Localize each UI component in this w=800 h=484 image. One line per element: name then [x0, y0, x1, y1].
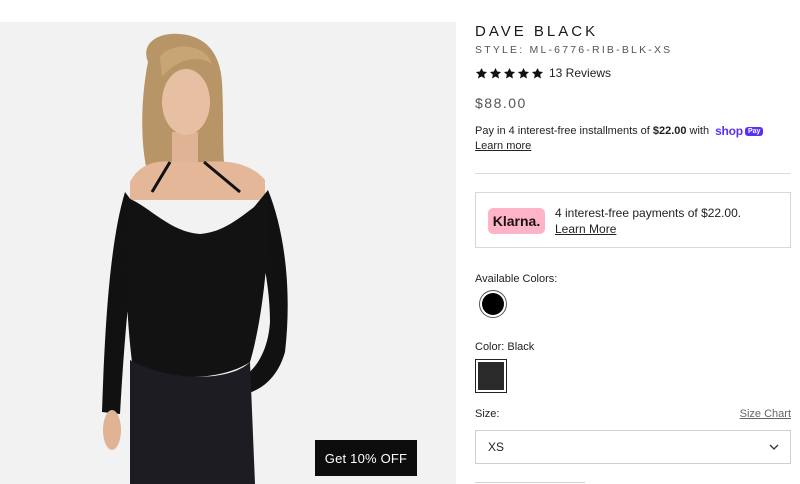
chevron-down-icon [769, 444, 779, 450]
divider [475, 173, 791, 174]
klarna-text: 4 interest-free payments of $22.00. [555, 206, 742, 220]
size-select-value: XS [488, 440, 505, 454]
color-swatch-black[interactable] [479, 290, 507, 318]
klarna-learn-more-link[interactable]: Learn More [555, 222, 616, 236]
shop-pay-logo-word: shop [715, 124, 743, 138]
shop-pay-logo-badge: Pay [744, 126, 764, 136]
star-icon [517, 67, 530, 78]
shop-pay-logo: shop Pay [715, 124, 764, 138]
available-colors-label: Available Colors: [475, 273, 558, 285]
selected-color-label: Color: Black [475, 341, 535, 353]
klarna-banner: Klarna. 4 interest-free payments of $22.… [475, 192, 791, 248]
star-icon [489, 67, 502, 78]
model-photo [102, 33, 288, 484]
reviews-link[interactable]: 13 Reviews [549, 66, 611, 80]
size-select[interactable]: XS [475, 430, 791, 464]
size-chart-link[interactable]: Size Chart [740, 408, 791, 420]
star-icon [475, 67, 488, 78]
product-image[interactable] [0, 22, 456, 484]
shop-pay-installments: Pay in 4 interest-free installments of $… [475, 124, 764, 138]
shop-pay-with: with [689, 125, 710, 137]
size-label: Size: [475, 408, 500, 420]
promo-discount-button[interactable]: Get 10% OFF [315, 440, 417, 476]
star-icon [531, 67, 544, 78]
star-rating [475, 67, 544, 80]
product-title: DAVE BLACK [475, 23, 599, 40]
product-style-code: STYLE: ML-6776-RIB-BLK-XS [475, 44, 673, 56]
product-price: $88.00 [475, 95, 527, 111]
klarna-logo: Klarna. [488, 208, 545, 234]
shop-pay-amount: $22.00 [652, 125, 687, 137]
color-variant-black[interactable] [475, 359, 507, 393]
shop-pay-learn-more-link[interactable]: Learn more [475, 140, 531, 152]
star-icon [503, 67, 516, 78]
shop-pay-text: Pay in 4 interest-free installments of [475, 125, 650, 137]
rating-row[interactable]: 13 Reviews [475, 66, 611, 80]
